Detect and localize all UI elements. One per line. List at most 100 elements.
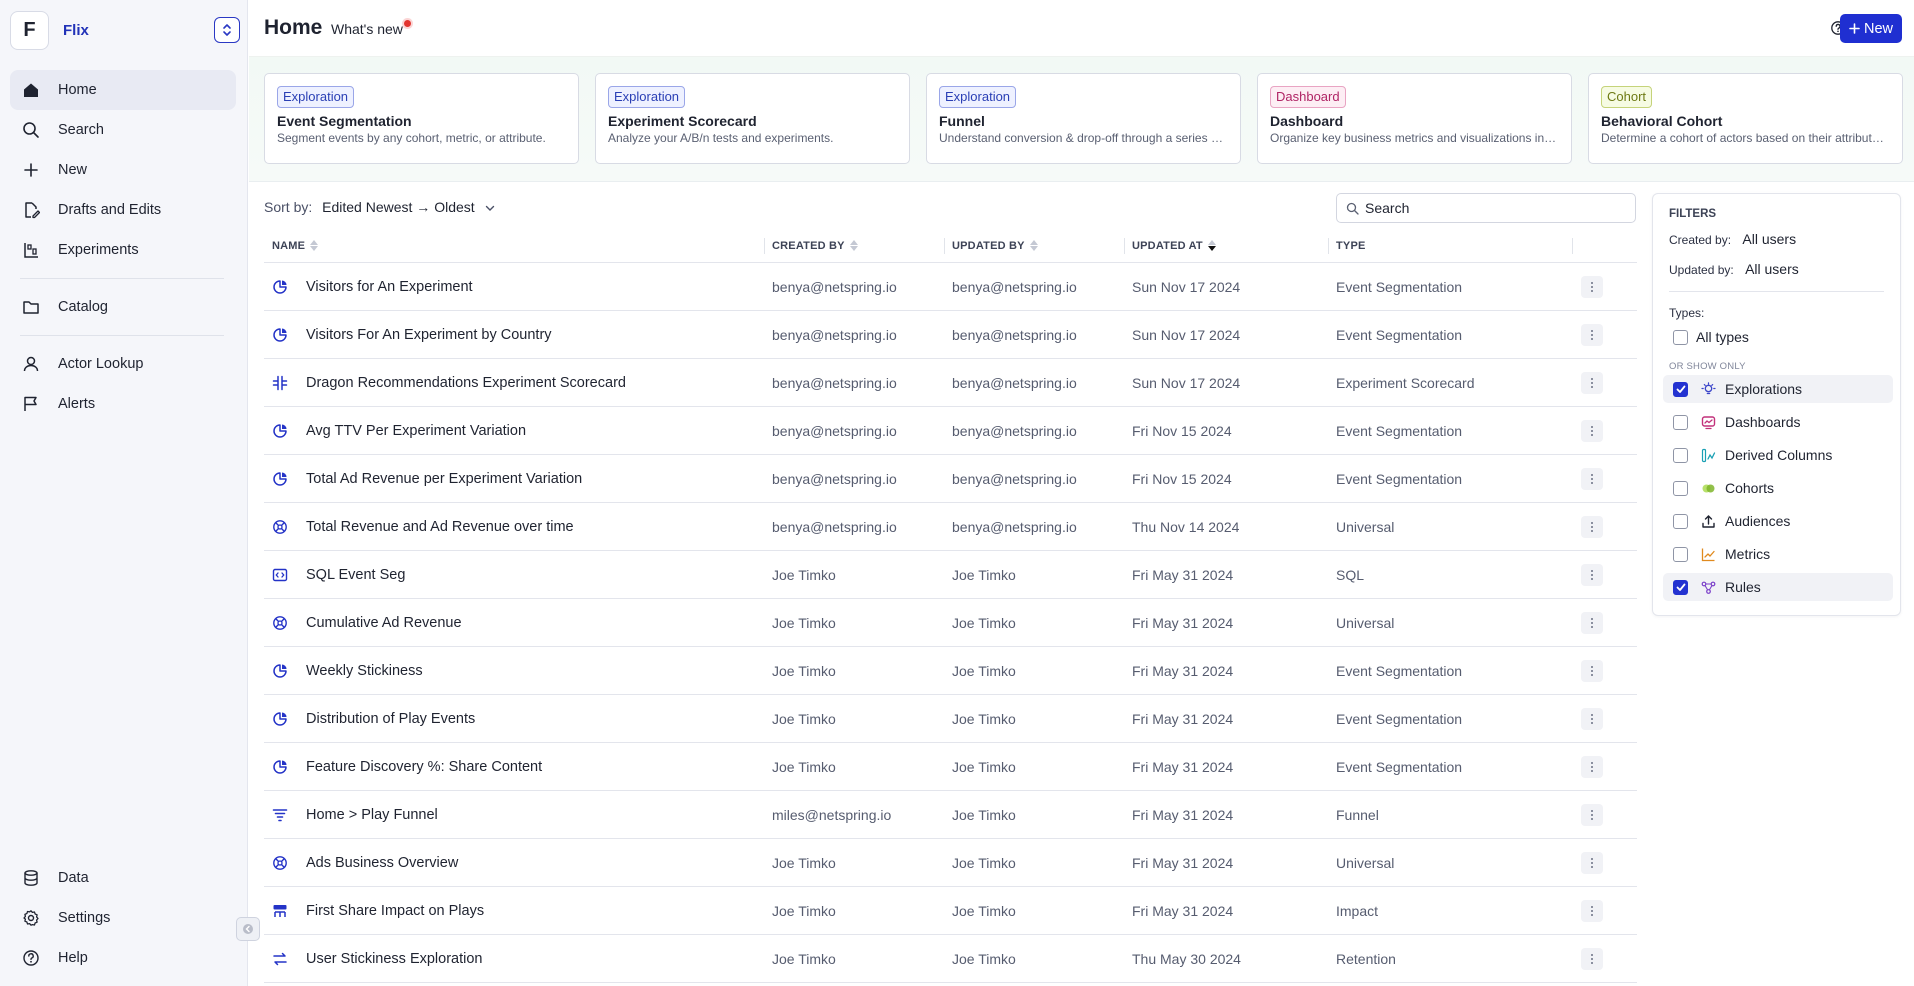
item-name-cell[interactable]: Weekly Stickiness xyxy=(264,663,764,679)
row-actions-button[interactable] xyxy=(1581,563,1603,586)
item-name-cell[interactable]: Feature Discovery %: Share Content xyxy=(264,759,764,775)
row-actions-button[interactable] xyxy=(1581,899,1603,922)
row-actions-button[interactable] xyxy=(1581,707,1603,730)
table-row[interactable]: Home > Play Funnel miles@netspring.io Joe … xyxy=(264,791,1637,839)
table-row[interactable]: User Stickiness Exploration Joe Timko Joe … xyxy=(264,935,1637,983)
org-switch-button[interactable] xyxy=(214,17,240,43)
column-header-updated-by[interactable]: UPDATED BY xyxy=(944,229,1124,263)
org-name[interactable]: Flix xyxy=(63,22,89,39)
table-row[interactable]: Ads Business Overview Joe Timko Joe Timko F… xyxy=(264,839,1637,887)
table-row[interactable]: Dragon Recommendations Experiment Scorec… xyxy=(264,359,1637,407)
column-header-name[interactable]: NAME xyxy=(264,229,764,263)
table-row[interactable]: First Share Impact on Plays Joe Timko Joe … xyxy=(264,887,1637,935)
sort-value: Edited Newest → Oldest xyxy=(322,199,475,215)
filter-all-types[interactable]: All types xyxy=(1663,323,1893,351)
table-row[interactable]: Avg TTV Per Experiment Variation benya@ne… xyxy=(264,407,1637,455)
column-header-created-by[interactable]: CREATED BY xyxy=(764,229,944,263)
table-row[interactable]: SQL Event Seg Joe Timko Joe Timko Fri May 3… xyxy=(264,551,1637,599)
filter-checkbox[interactable] xyxy=(1673,579,1688,595)
nav-item-new[interactable]: New xyxy=(10,150,236,190)
item-name-cell[interactable]: Home > Play Funnel xyxy=(264,807,764,823)
whats-new-link[interactable]: What's new xyxy=(331,20,411,37)
item-name-cell[interactable]: Dragon Recommendations Experiment Scorec… xyxy=(264,375,764,391)
card-description: Segment events by any cohort, metric, or… xyxy=(277,131,546,145)
row-actions-button[interactable] xyxy=(1581,611,1603,634)
item-name-cell[interactable]: First Share Impact on Plays xyxy=(264,903,764,919)
row-actions-button[interactable] xyxy=(1581,371,1603,394)
template-card-funnel[interactable]: Exploration Funnel Understand conversion… xyxy=(926,73,1241,164)
row-actions-button[interactable] xyxy=(1581,323,1603,346)
nav-item-alerts[interactable]: Alerts xyxy=(10,384,236,424)
org-logo[interactable]: F xyxy=(10,10,49,50)
filter-checkbox[interactable] xyxy=(1673,480,1688,496)
collapse-sidebar-button[interactable] xyxy=(236,917,260,941)
table-body: Visitors for An Experiment benya@netsprin… xyxy=(264,263,1637,983)
template-card-event-segmentation[interactable]: Exploration Event Segmentation Segment e… xyxy=(264,73,579,164)
filter-option-explorations[interactable]: Explorations xyxy=(1663,375,1893,403)
new-button[interactable]: New xyxy=(1839,14,1902,43)
item-name-cell[interactable]: Ads Business Overview xyxy=(264,855,764,871)
nav-item-actor-lookup[interactable]: Actor Lookup xyxy=(10,344,236,384)
table-row[interactable]: Distribution of Play Events Joe Timko Joe … xyxy=(264,695,1637,743)
template-card-experiment-scorecard[interactable]: Exploration Experiment Scorecard Analyze… xyxy=(595,73,910,164)
nav-item-experiments[interactable]: Experiments xyxy=(10,230,236,270)
row-actions-button[interactable] xyxy=(1581,803,1603,826)
template-card-dashboard[interactable]: Dashboard Dashboard Organize key busines… xyxy=(1257,73,1572,164)
created-by-cell: Joe Timko xyxy=(772,710,836,727)
item-name-cell[interactable]: SQL Event Seg xyxy=(264,567,764,583)
nav-item-home[interactable]: Home xyxy=(10,70,236,110)
card-tag: Exploration xyxy=(277,86,355,108)
table-row[interactable]: Cumulative Ad Revenue Joe Timko Joe Timko F… xyxy=(264,599,1637,647)
nav-item-help[interactable]: Help xyxy=(10,938,236,978)
all-types-checkbox[interactable] xyxy=(1673,329,1688,345)
table-row[interactable]: Visitors for An Experiment benya@netsprin… xyxy=(264,263,1637,311)
item-name-cell[interactable]: Total Ad Revenue per Experiment Variatio… xyxy=(264,471,764,487)
filter-checkbox[interactable] xyxy=(1673,546,1688,562)
item-name-cell[interactable]: Cumulative Ad Revenue xyxy=(264,615,764,631)
filter-checkbox[interactable] xyxy=(1673,447,1688,463)
filter-option-derived-columns[interactable]: Derived Columns xyxy=(1663,441,1893,469)
search-input[interactable]: Search xyxy=(1336,193,1636,223)
row-actions-button[interactable] xyxy=(1581,947,1603,970)
row-actions-button[interactable] xyxy=(1581,515,1603,538)
table-row[interactable]: Total Revenue and Ad Revenue over time be… xyxy=(264,503,1637,551)
nav-item-search[interactable]: Search xyxy=(10,110,236,150)
item-name-cell[interactable]: Total Revenue and Ad Revenue over time xyxy=(264,519,764,535)
row-actions-button[interactable] xyxy=(1581,275,1603,298)
item-name-cell[interactable]: Visitors For An Experiment by Country xyxy=(264,327,764,343)
filter-checkbox[interactable] xyxy=(1673,414,1688,430)
item-name: Total Revenue and Ad Revenue over time xyxy=(306,518,574,535)
column-header-updated-at[interactable]: UPDATED AT xyxy=(1124,229,1328,263)
nav-item-settings[interactable]: Settings xyxy=(10,898,236,938)
item-name-cell[interactable]: User Stickiness Exploration xyxy=(264,951,764,967)
row-actions-button[interactable] xyxy=(1581,659,1603,682)
item-name-cell[interactable]: Avg TTV Per Experiment Variation xyxy=(264,423,764,439)
nav-item-data[interactable]: Data xyxy=(10,858,236,898)
sort-control[interactable]: Sort by: Edited Newest → Oldest xyxy=(264,199,495,215)
row-actions-button[interactable] xyxy=(1581,755,1603,778)
filter-option-dashboards[interactable]: Dashboards xyxy=(1663,408,1893,436)
nav-item-catalog[interactable]: Catalog xyxy=(10,287,236,327)
row-actions-button[interactable] xyxy=(1581,851,1603,874)
item-name-cell[interactable]: Visitors for An Experiment xyxy=(264,279,764,295)
template-card-behavioral-cohort[interactable]: Cohort Behavioral Cohort Determine a coh… xyxy=(1588,73,1903,164)
updated-by-filter[interactable]: Updated by: All users xyxy=(1669,261,1799,277)
filter-checkbox[interactable] xyxy=(1673,381,1688,397)
nav-item-drafts[interactable]: Drafts and Edits xyxy=(10,190,236,230)
item-name-cell[interactable]: Distribution of Play Events xyxy=(264,711,764,727)
filter-option-metrics[interactable]: Metrics xyxy=(1663,540,1893,568)
table-row[interactable]: Visitors For An Experiment by Country ben… xyxy=(264,311,1637,359)
filter-checkbox[interactable] xyxy=(1673,513,1688,529)
row-actions-button[interactable] xyxy=(1581,467,1603,490)
table-row[interactable]: Total Ad Revenue per Experiment Variatio… xyxy=(264,455,1637,503)
notification-dot xyxy=(403,20,411,27)
table-row[interactable]: Feature Discovery %: Share Content Joe Ti… xyxy=(264,743,1637,791)
table-row[interactable]: Weekly Stickiness Joe Timko Joe Timko Fri M… xyxy=(264,647,1637,695)
filter-option-audiences[interactable]: Audiences xyxy=(1663,507,1893,535)
column-header-type[interactable]: TYPE xyxy=(1328,229,1572,263)
card-tag: Cohort xyxy=(1601,86,1653,108)
created-by-filter[interactable]: Created by: All users xyxy=(1669,231,1796,247)
filter-option-cohorts[interactable]: Cohorts xyxy=(1663,474,1893,502)
row-actions-button[interactable] xyxy=(1581,419,1603,442)
filter-option-rules[interactable]: Rules xyxy=(1663,573,1893,601)
